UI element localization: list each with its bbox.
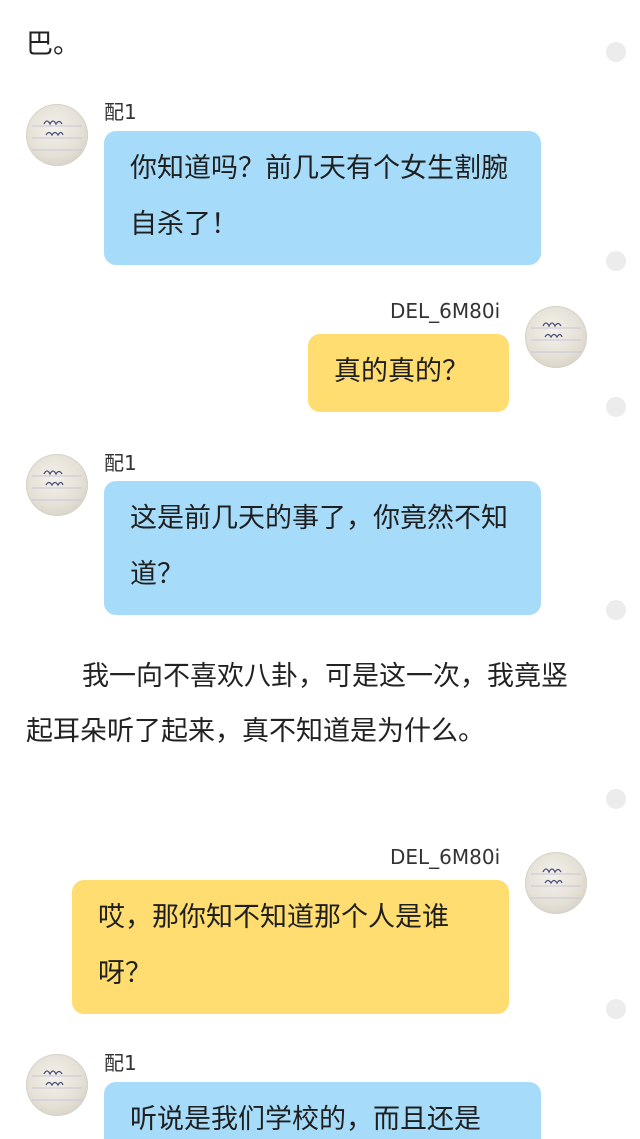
comment-dot-icon[interactable] xyxy=(606,999,626,1019)
handwritten-note-icon xyxy=(32,1070,82,1101)
avatar[interactable] xyxy=(525,306,587,368)
sender-name: 配1 xyxy=(104,451,137,475)
sender-name: 配1 xyxy=(104,1051,137,1075)
message-bubble[interactable]: 哎，那你知不知道那个人是谁呀？ xyxy=(72,880,509,1014)
comment-dot-icon[interactable] xyxy=(606,600,626,620)
narration-text: 我一向不喜欢八卦，可是这一次，我竟竖起耳朵听了起来，真不知道是为什么。 xyxy=(26,661,568,747)
comment-dot-icon[interactable] xyxy=(606,789,626,809)
avatar[interactable] xyxy=(26,454,88,516)
comment-dot-icon[interactable] xyxy=(606,42,626,62)
narration-text: 巴。 xyxy=(26,29,80,60)
comment-dot-icon[interactable] xyxy=(606,397,626,417)
sender-name: DEL_6M80i xyxy=(390,845,501,869)
message-bubble[interactable]: 真的真的？ xyxy=(308,334,509,412)
avatar[interactable] xyxy=(525,852,587,914)
comment-dot-icon[interactable] xyxy=(606,251,626,271)
sender-name: 配1 xyxy=(104,100,137,124)
sender-name: DEL_6M80i xyxy=(390,299,501,323)
handwritten-note-icon xyxy=(32,120,82,151)
message-bubble[interactable]: 听说是我们学校的，而且还是 xyxy=(104,1082,541,1139)
avatar[interactable] xyxy=(26,1054,88,1116)
handwritten-note-icon xyxy=(531,322,581,353)
avatar[interactable] xyxy=(26,104,88,166)
handwritten-note-icon xyxy=(531,868,581,899)
handwritten-note-icon xyxy=(32,470,82,501)
message-bubble[interactable]: 你知道吗？前几天有个女生割腕自杀了！ xyxy=(104,131,541,265)
message-bubble[interactable]: 这是前几天的事了，你竟然不知道？ xyxy=(104,481,541,615)
